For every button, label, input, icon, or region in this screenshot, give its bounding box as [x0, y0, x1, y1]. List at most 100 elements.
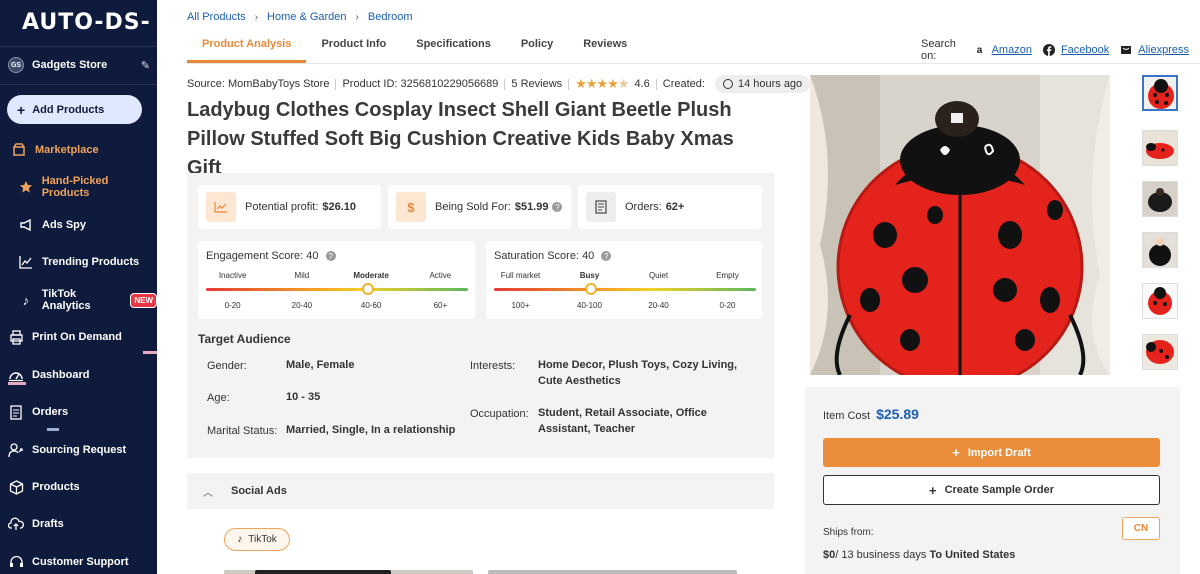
age-value: 10 - 35 — [286, 391, 321, 403]
created-value: 14 hours ago — [737, 78, 803, 90]
search-on-bar: Search on: a Amazon Facebook Aliexpress — [921, 38, 1200, 62]
tiktok-chip-label: TikTok — [248, 534, 277, 545]
help-icon[interactable]: ? — [552, 202, 563, 212]
import-draft-label: Import Draft — [967, 446, 1031, 459]
facebook-link[interactable]: Facebook — [1042, 44, 1109, 56]
thumbnail-1[interactable] — [1142, 75, 1178, 111]
sidebar-item-drafts[interactable]: Drafts — [0, 514, 157, 534]
product-analysis-panel: Potential profit: $26.10 $ Being Sold Fo… — [187, 173, 774, 458]
target-audience-title: Target Audience — [198, 332, 291, 346]
product-main-image[interactable] — [810, 75, 1110, 375]
trending-icon — [18, 254, 34, 270]
shipping-price: $0 — [823, 549, 836, 561]
marital-status-value: Married, Single, In a relationship — [286, 424, 456, 436]
aliexpress-icon — [1120, 44, 1132, 56]
saturation-levels: Full market Busy Quiet Empty — [486, 271, 762, 280]
marketplace-icon — [11, 142, 27, 158]
sidebar-item-sourcing-request[interactable]: Sourcing Request — [0, 440, 157, 460]
saturation-title: Saturation Score: 40 ? — [494, 250, 612, 262]
orders-label: Orders: — [625, 201, 662, 213]
sidebar-item-print-on-demand[interactable]: Print On Demand — [0, 327, 157, 347]
engagement-gradient-bar — [206, 288, 468, 291]
saturation-score-card: Saturation Score: 40 ? Full market Busy … — [486, 241, 762, 319]
tab-product-info[interactable]: Product Info — [306, 30, 401, 63]
orders-value: 62+ — [665, 201, 685, 213]
new-badge: NEW — [130, 292, 157, 308]
sidebar-item-products[interactable]: Products — [0, 477, 157, 497]
chevron-up-icon[interactable]: ︿ — [203, 484, 213, 499]
range-label: 20-40 — [648, 301, 669, 310]
dollar-icon: $ — [396, 192, 426, 222]
divider — [568, 78, 570, 90]
range-label: 40-60 — [360, 301, 382, 310]
rating-value: 4.6 — [634, 78, 650, 90]
add-products-label: Add Products — [32, 103, 105, 116]
facebook-link-text[interactable]: Facebook — [1061, 44, 1109, 56]
ad-thumbnail[interactable] — [488, 570, 737, 574]
headset-icon — [8, 554, 24, 570]
sidebar-item-label: Trending Products — [42, 256, 140, 268]
sidebar-item-tiktok-analytics[interactable]: ♪ TikTok Analytics NEW — [0, 288, 157, 312]
gender-value: Male, Female — [286, 359, 355, 371]
add-products-button[interactable]: + Add Products — [7, 95, 142, 124]
sourcing-icon — [8, 442, 24, 458]
pencil-icon[interactable]: ✎ — [141, 59, 150, 72]
sidebar-item-marketplace[interactable]: Marketplace — [0, 140, 157, 160]
sidebar-item-label: Print On Demand — [32, 331, 122, 343]
breadcrumb-bedroom[interactable]: Bedroom — [368, 11, 413, 23]
sold-label: Being Sold For: — [435, 201, 511, 213]
thumbnail-3[interactable] — [1142, 181, 1178, 217]
tiktok-icon: ♪ — [237, 534, 243, 545]
store-avatar: GS — [8, 57, 24, 73]
divider — [0, 84, 157, 85]
ships-from-country-button[interactable]: CN — [1122, 517, 1160, 540]
interests-value: Home Decor, Plush Toys, Cozy Living, Cut… — [538, 359, 738, 387]
engagement-label: Engagement Score: — [206, 250, 304, 262]
sidebar-item-hand-picked-products[interactable]: Hand-Picked Products — [0, 175, 157, 199]
saturation-gradient-bar — [494, 288, 756, 291]
thumbnail-2[interactable] — [1142, 130, 1178, 166]
breadcrumb-home-garden[interactable]: Home & Garden — [267, 11, 346, 23]
product-title: Ladybug Clothes Cosplay Insect Shell Gia… — [187, 99, 734, 179]
thumbnail-5[interactable] — [1142, 283, 1178, 319]
range-label: 0-20 — [224, 301, 241, 310]
thumbnail-4[interactable] — [1142, 232, 1178, 268]
social-ads-header[interactable]: ︿ Social Ads — [187, 473, 774, 509]
store-selector[interactable]: GS Gadgets Store ✎ — [8, 56, 150, 74]
created-label: Created: — [662, 78, 705, 90]
product-id: Product ID: 3256810229056689 — [342, 78, 499, 90]
help-icon[interactable]: ? — [325, 251, 336, 262]
help-icon[interactable]: ? — [601, 251, 612, 262]
breadcrumb-all-products[interactable]: All Products — [187, 11, 246, 23]
tab-product-analysis[interactable]: Product Analysis — [187, 30, 307, 63]
import-draft-button[interactable]: + Import Draft — [823, 438, 1160, 467]
facebook-icon — [1042, 44, 1055, 56]
autods-logo[interactable]: AUTO-DS- — [22, 10, 151, 35]
profit-value: $26.10 — [322, 201, 357, 213]
amazon-link[interactable]: a Amazon — [974, 44, 1032, 56]
tab-specifications[interactable]: Specifications — [401, 30, 506, 63]
search-on-label: Search on: — [921, 38, 956, 62]
sidebar-item-ads-spy[interactable]: Ads Spy — [0, 215, 157, 235]
divider — [335, 78, 337, 90]
level-label-selected: Busy — [579, 271, 600, 280]
thumbnail-6[interactable] — [1142, 334, 1178, 370]
sidebar-item-trending-products[interactable]: Trending Products — [0, 252, 157, 272]
tiktok-filter-chip[interactable]: ♪ TikTok — [224, 528, 290, 551]
age-label: Age: — [207, 392, 230, 404]
aliexpress-link-text[interactable]: Aliexpress — [1138, 44, 1189, 56]
create-sample-order-button[interactable]: + Create Sample Order — [823, 475, 1160, 505]
box-icon — [8, 479, 24, 495]
sidebar-item-customer-support[interactable]: Customer Support — [0, 552, 157, 572]
amazon-link-text[interactable]: Amazon — [992, 44, 1032, 56]
aliexpress-link[interactable]: Aliexpress — [1120, 44, 1189, 56]
scroll-marker — [143, 351, 157, 354]
product-meta: Source: MomBabyToys Store Product ID: 32… — [187, 75, 811, 93]
divider — [187, 63, 1200, 64]
sidebar-item-label: Ads Spy — [42, 219, 87, 231]
tab-reviews[interactable]: Reviews — [568, 30, 642, 63]
reviews-count[interactable]: 5 Reviews — [511, 78, 562, 90]
sidebar-item-label: Sourcing Request — [32, 444, 127, 456]
sidebar-item-orders[interactable]: Orders — [0, 402, 157, 422]
tab-policy[interactable]: Policy — [506, 30, 568, 63]
